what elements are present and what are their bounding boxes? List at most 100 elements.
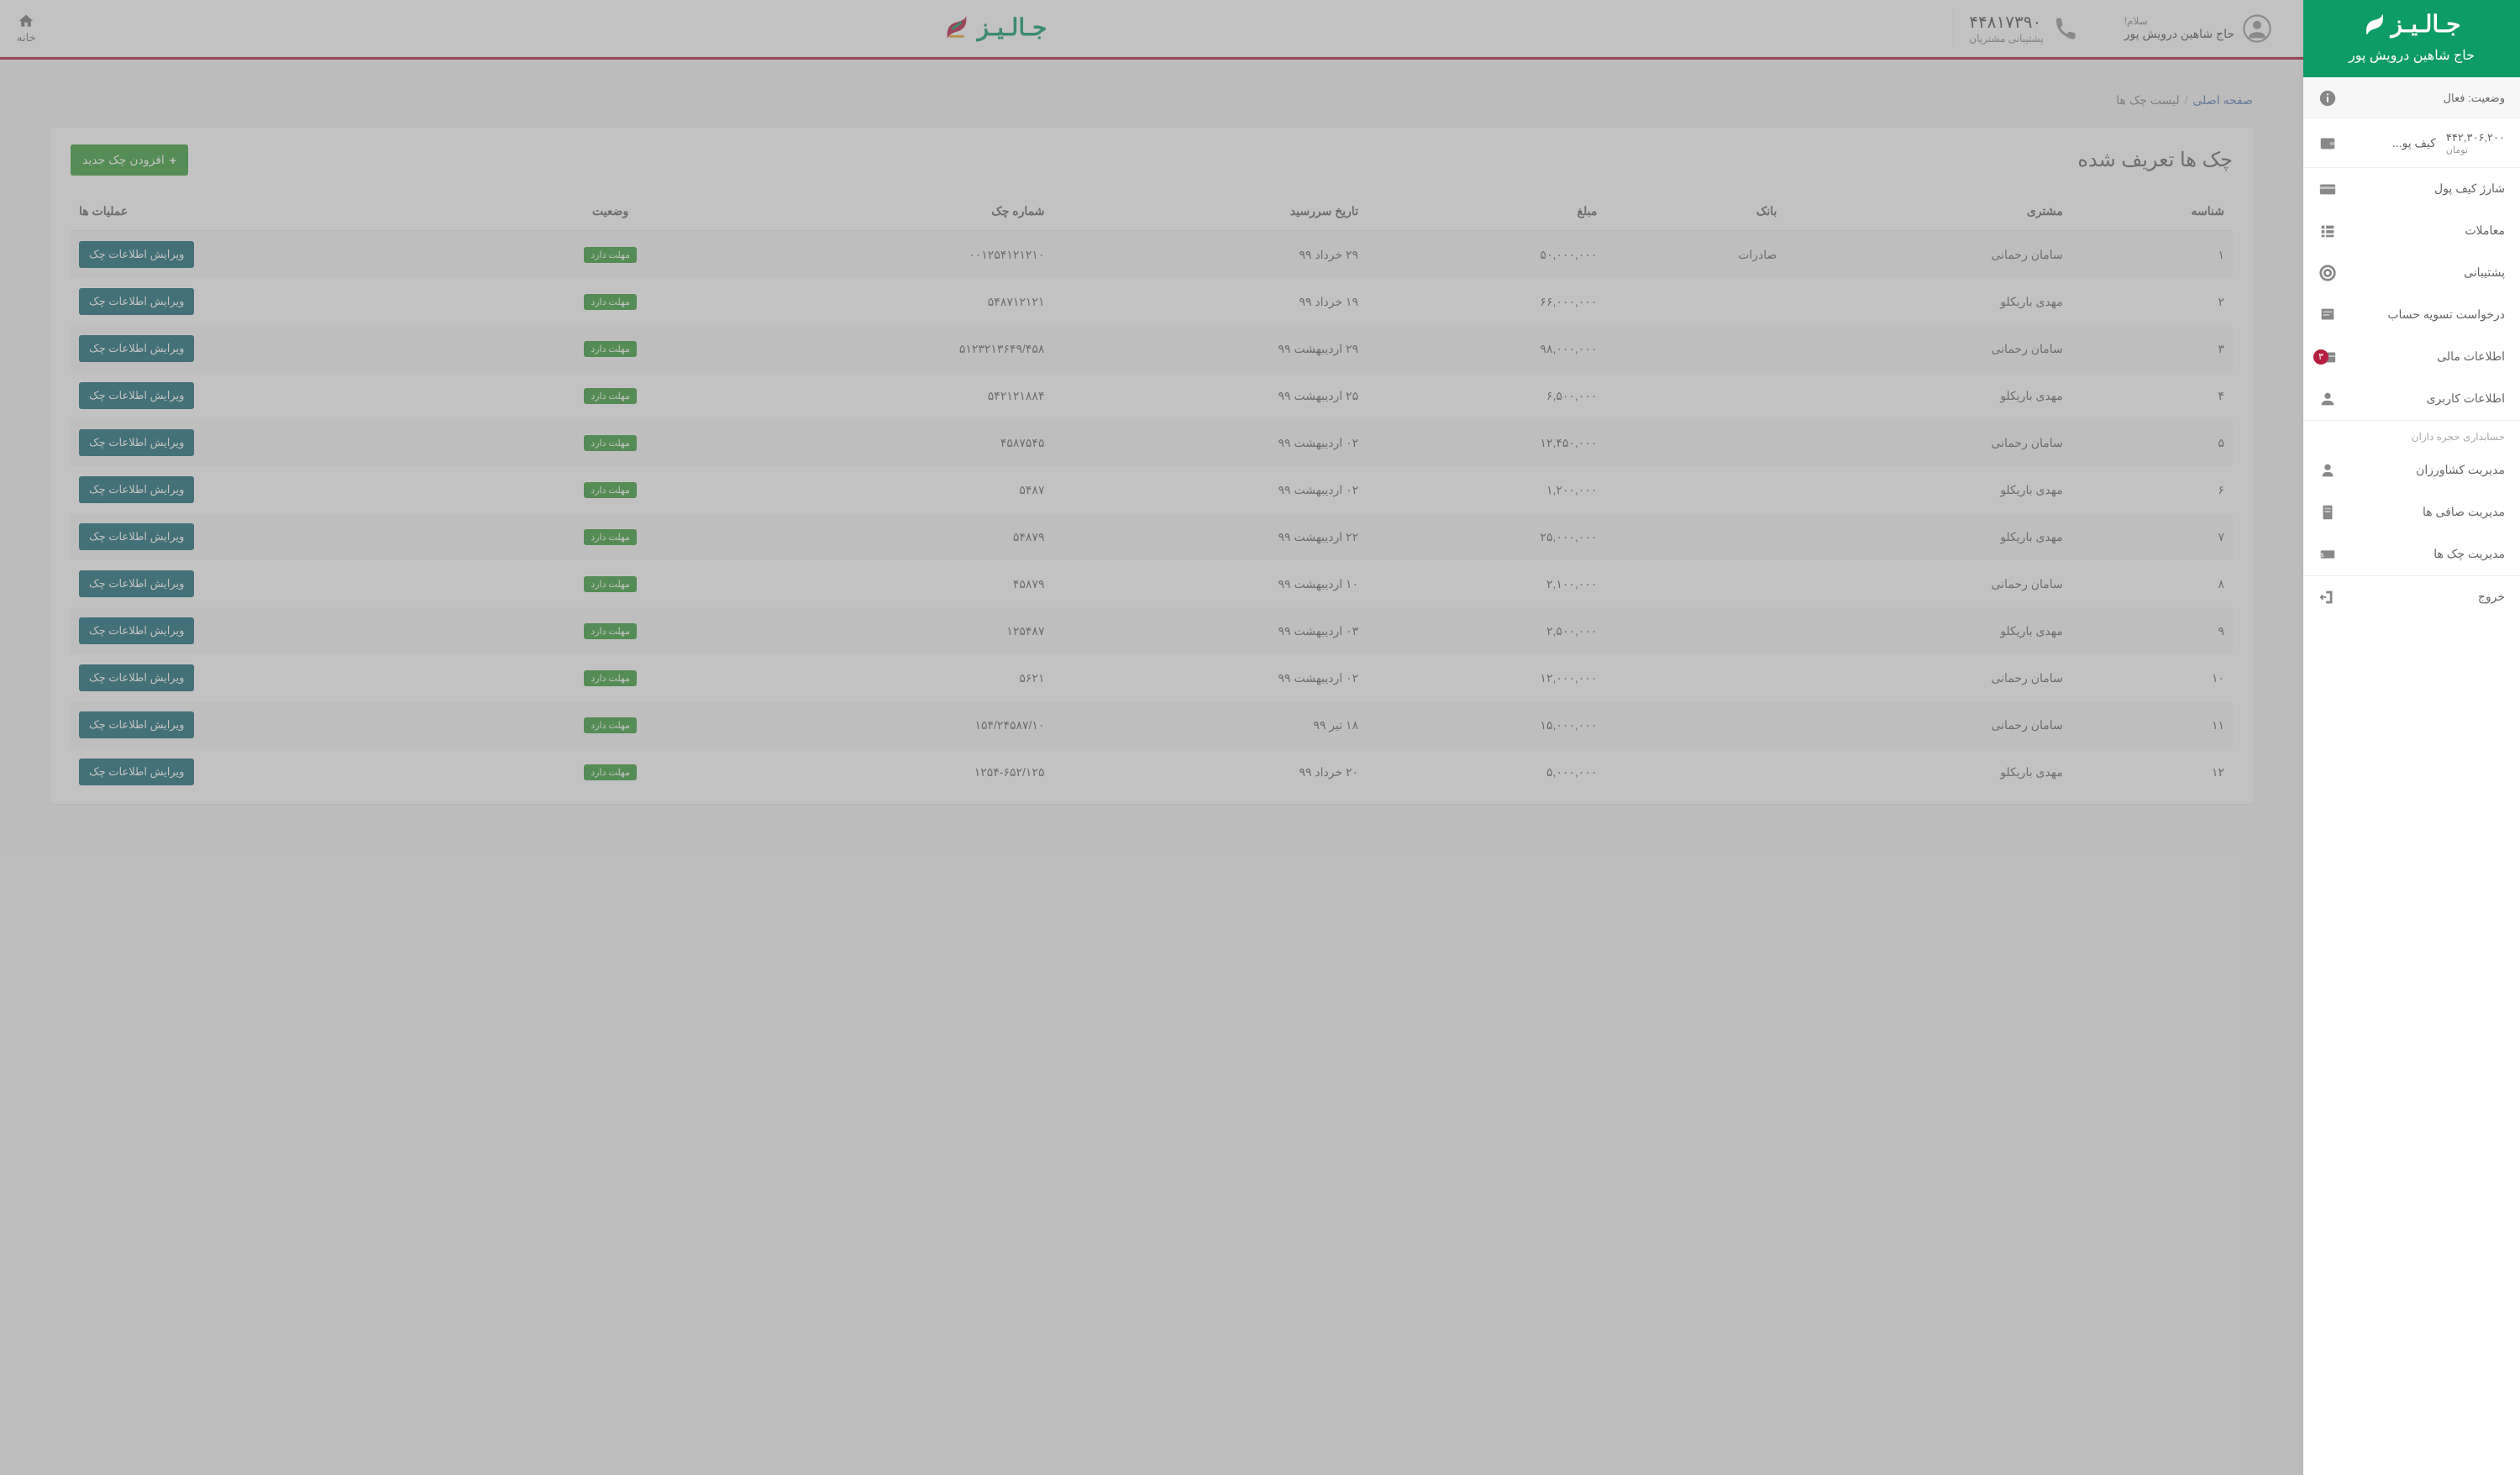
cell-id: ۱۲ — [2071, 748, 2233, 795]
cell-amount: ۹۸,۰۰۰,۰۰۰ — [1367, 325, 1605, 372]
table-row: ۳سامان رحمانی۹۸,۰۰۰,۰۰۰۲۹ اردیبهشت ۹۹۵۱۲… — [71, 325, 2233, 372]
cell-id: ۱۰ — [2071, 654, 2233, 701]
cell-ops: ویرایش اطلاعات چک — [71, 513, 498, 560]
checks-card: چک ها تعریف شده + افزودن چک جدید شناسه م… — [50, 128, 2253, 804]
cell-amount: ۲,۱۰۰,۰۰۰ — [1367, 560, 1605, 607]
cell-customer: سامان رحمانی — [1785, 654, 2071, 701]
cell-amount: ۶۶,۰۰۰,۰۰۰ — [1367, 278, 1605, 325]
edit-check-button[interactable]: ویرایش اطلاعات چک — [79, 288, 194, 315]
table-row: ۱۰سامان رحمانی۱۲,۰۰۰,۰۰۰۰۲ اردیبهشت ۹۹۵۶… — [71, 654, 2233, 701]
sidebar-item-checks[interactable]: مدیریت چک ها $→ — [2303, 533, 2520, 575]
topbar-logo[interactable]: جـالـیـز — [942, 13, 1047, 44]
breadcrumb: صفحه اصلی / لیست چک ها — [50, 93, 2253, 108]
sidebar-header: جـالـیـز حاج شاهین درویش پور — [2303, 0, 2520, 77]
cell-bank — [1605, 419, 1785, 466]
cell-bank — [1605, 654, 1785, 701]
cell-checkno: ۵۱۲۳۲۱۳۶۴۹/۴۵۸ — [722, 325, 1053, 372]
sidebar-item-transactions[interactable]: معاملات — [2303, 210, 2520, 252]
cell-status: مهلت دارد — [498, 231, 722, 279]
sidebar-wallet[interactable]: ۴۴۲,۳۰۶,۲۰۰ تومان کیف پو... — [2303, 119, 2520, 167]
edit-check-button[interactable]: ویرایش اطلاعات چک — [79, 711, 194, 738]
sidebar-item-financial[interactable]: ۳ اطلاعات مالی — [2303, 336, 2520, 378]
edit-check-button[interactable]: ویرایش اطلاعات چک — [79, 523, 194, 550]
table-row: ۴مهدی باریکلو۶,۵۰۰,۰۰۰۲۵ اردیبهشت ۹۹۵۴۲۱… — [71, 372, 2233, 419]
cell-customer: مهدی باریکلو — [1785, 513, 2071, 560]
cell-due: ۰۳ اردیبهشت ۹۹ — [1053, 607, 1367, 654]
sidebar-item-settlement[interactable]: درخواست تسویه حساب — [2303, 294, 2520, 336]
edit-check-button[interactable]: ویرایش اطلاعات چک — [79, 429, 194, 456]
cell-id: ۱ — [2071, 231, 2233, 279]
topbar-home[interactable]: خانه — [17, 13, 36, 45]
cell-amount: ۱۲,۴۵۰,۰۰۰ — [1367, 419, 1605, 466]
cell-customer: سامان رحمانی — [1785, 560, 2071, 607]
brand-logo: جـالـیـز — [2363, 10, 2461, 38]
cell-status: مهلت دارد — [498, 466, 722, 513]
status-badge: مهلت دارد — [584, 294, 637, 310]
phone-icon — [2052, 16, 2077, 41]
cell-id: ۹ — [2071, 607, 2233, 654]
cell-status: مهلت دارد — [498, 560, 722, 607]
sidebar-username: حاج شاهین درویش پور — [2320, 47, 2503, 64]
add-check-button[interactable]: + افزودن چک جدید — [71, 144, 188, 176]
cell-amount: ۲۵,۰۰۰,۰۰۰ — [1367, 513, 1605, 560]
edit-check-button[interactable]: ویرایش اطلاعات چک — [79, 617, 194, 644]
sidebar-group-title: حسابداری حجره داران — [2303, 421, 2520, 449]
topbar-user-block[interactable]: سلام! حاج شاهین درویش پور — [2109, 11, 2286, 46]
sidebar-item-profile[interactable]: اطلاعات کاربری — [2303, 378, 2520, 420]
edit-check-button[interactable]: ویرایش اطلاعات چک — [79, 570, 194, 597]
topbar-phone-block[interactable]: ۴۴۸۱۷۳۹۰ پشتیبانی مشتریان — [1953, 8, 2092, 48]
cell-bank — [1605, 372, 1785, 419]
edit-check-button[interactable]: ویرایش اطلاعات چک — [79, 241, 194, 268]
list-icon — [2318, 222, 2337, 240]
sidebar-item-logout[interactable]: خروج — [2303, 576, 2520, 618]
status-badge: مهلت دارد — [584, 576, 637, 592]
cell-due: ۱۹ خرداد ۹۹ — [1053, 278, 1367, 325]
cell-status: مهلت دارد — [498, 325, 722, 372]
sidebar-item-safi[interactable]: مدیریت صافی ها — [2303, 491, 2520, 533]
plus-icon: + — [170, 154, 176, 167]
cell-ops: ویرایش اطلاعات چک — [71, 325, 498, 372]
table-row: ۱۱سامان رحمانی۱۵,۰۰۰,۰۰۰۱۸ تیر ۹۹۱۵۴/۲۴۵… — [71, 701, 2233, 748]
user-icon — [2318, 390, 2337, 408]
sidebar-item-charge[interactable]: شارژ کیف پول — [2303, 168, 2520, 210]
edit-check-button[interactable]: ویرایش اطلاعات چک — [79, 664, 194, 691]
edit-check-button[interactable]: ویرایش اطلاعات چک — [79, 758, 194, 785]
status-badge: مهلت دارد — [584, 529, 637, 545]
cell-due: ۰۲ اردیبهشت ۹۹ — [1053, 654, 1367, 701]
cell-id: ۶ — [2071, 466, 2233, 513]
cell-bank — [1605, 278, 1785, 325]
edit-check-button[interactable]: ویرایش اطلاعات چک — [79, 335, 194, 362]
table-row: ۶مهدی باریکلو۱,۲۰۰,۰۰۰۰۲ اردیبهشت ۹۹۵۴۸۷… — [71, 466, 2233, 513]
cell-ops: ویرایش اطلاعات چک — [71, 560, 498, 607]
table-row: ۷مهدی باریکلو۲۵,۰۰۰,۰۰۰۲۲ اردیبهشت ۹۹۵۴۸… — [71, 513, 2233, 560]
cell-amount: ۵,۰۰۰,۰۰۰ — [1367, 748, 1605, 795]
cell-amount: ۱۲,۰۰۰,۰۰۰ — [1367, 654, 1605, 701]
sidebar-item-support[interactable]: پشتیبانی — [2303, 252, 2520, 294]
doc-icon — [2318, 503, 2337, 522]
edit-check-button[interactable]: ویرایش اطلاعات چک — [79, 382, 194, 409]
card-icon — [2318, 180, 2337, 198]
cell-ops: ویرایش اطلاعات چک — [71, 278, 498, 325]
card-title: چک ها تعریف شده — [2077, 148, 2233, 172]
breadcrumb-home[interactable]: صفحه اصلی — [2193, 93, 2253, 108]
th-status: وضعیت — [498, 192, 722, 231]
cell-bank — [1605, 701, 1785, 748]
greeting-text: سلام! — [2124, 15, 2148, 27]
cell-checkno: ۵۴۸۷ — [722, 466, 1053, 513]
cell-amount: ۱,۲۰۰,۰۰۰ — [1367, 466, 1605, 513]
topbar: سلام! حاج شاهین درویش پور ۴۴۸۱۷۳۹۰ پشتیب… — [0, 0, 2303, 57]
cell-checkno: ۵۴۸۷۱۲۱۲۱ — [722, 278, 1053, 325]
cell-checkno: ۱۵۴/۲۴۵۸۷/۱۰ — [722, 701, 1053, 748]
cell-status: مهلت دارد — [498, 278, 722, 325]
cell-ops: ویرایش اطلاعات چک — [71, 466, 498, 513]
cell-bank — [1605, 748, 1785, 795]
edit-check-button[interactable]: ویرایش اطلاعات چک — [79, 476, 194, 503]
sidebar-item-farmers[interactable]: مدیریت کشاورزان — [2303, 449, 2520, 491]
cell-status: مهلت دارد — [498, 419, 722, 466]
cell-due: ۲۲ اردیبهشت ۹۹ — [1053, 513, 1367, 560]
wallet-icon — [2318, 134, 2337, 152]
cell-id: ۸ — [2071, 560, 2233, 607]
cell-customer: مهدی باریکلو — [1785, 748, 2071, 795]
breadcrumb-current: لیست چک ها — [2116, 93, 2179, 108]
status-badge: مهلت دارد — [584, 764, 637, 780]
